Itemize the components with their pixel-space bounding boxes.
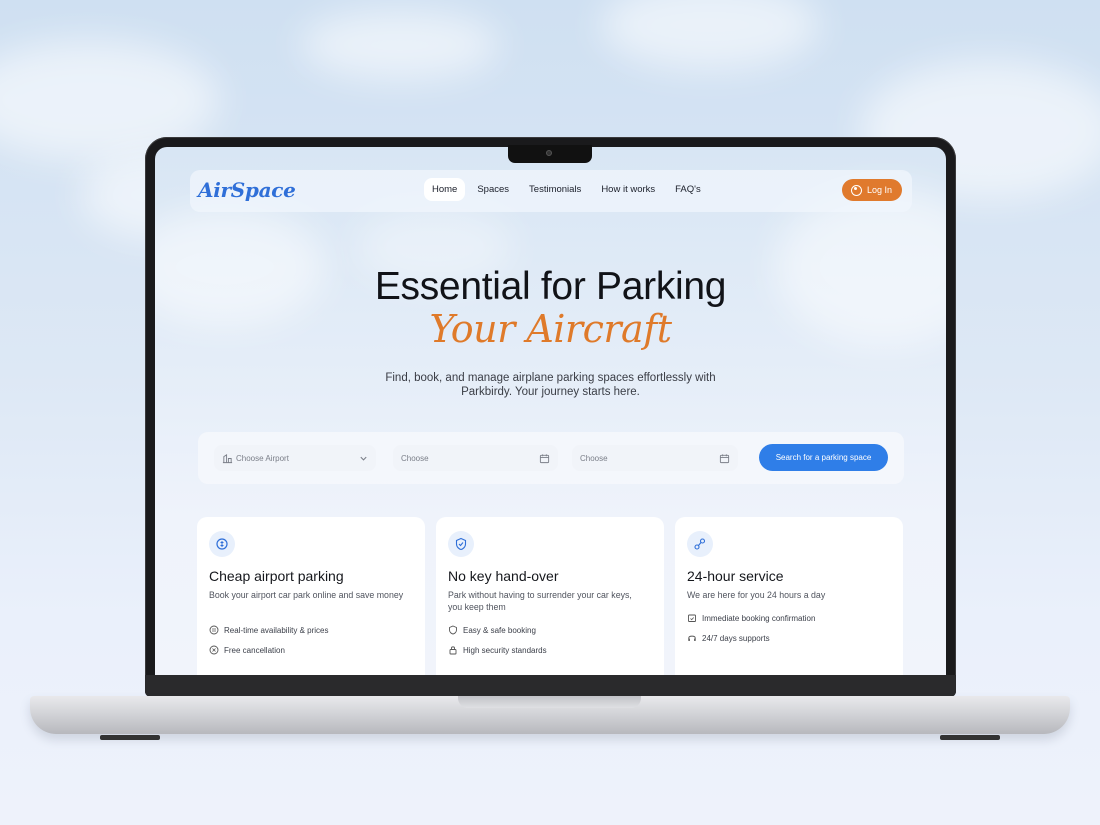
laptop-opening-groove [458,696,641,708]
shield-icon [449,625,457,635]
feature-label: 24/7 days supports [702,633,770,643]
main-menu: Home Spaces Testimonials How it works FA… [424,178,709,201]
feature-card-no-key: No key hand-over Park without having to … [436,517,664,675]
card-title: No key hand-over [448,568,559,584]
feature-label: High security standards [463,645,547,655]
calendar-icon [539,453,550,463]
feature-item: Real-time availability & prices [209,625,328,635]
top-navbar: AirSpace Home Spaces Testimonials How it… [190,170,912,212]
login-label: Log In [866,185,892,195]
search-parking-button[interactable]: Search for a parking space [759,444,888,471]
card-title: 24-hour service [687,568,784,584]
nav-item-testimonials[interactable]: Testimonials [521,178,589,201]
headset-icon [688,635,696,641]
user-icon [850,184,862,196]
airport-placeholder: Choose Airport [236,453,289,463]
laptop-screen: AirSpace Home Spaces Testimonials How it… [155,147,946,675]
airport-select[interactable]: Choose Airport [214,445,376,471]
card-description: Park without having to surrender your ca… [448,590,632,612]
date-from-field[interactable]: Choose [393,445,558,471]
route-icon [687,531,713,557]
airspace-logo[interactable]: AirSpace [198,178,296,202]
calendar-icon [719,453,730,463]
laptop-foot [940,735,1000,740]
hero-description: Find, book, and manage airplane parking … [385,372,716,398]
nav-item-faqs[interactable]: FAQ's [667,178,709,201]
search-bar: Choose Airport Choose Choose Search for … [198,432,904,484]
lock-icon [449,646,457,655]
coin-icon [209,531,235,557]
feature-card-cheap-parking: Cheap airport parking Book your airport … [197,517,425,675]
screen-bezel-bottom [145,675,956,697]
date-from-placeholder: Choose [401,453,429,463]
camera-notch [508,145,592,163]
feature-item: 24/7 days supports [687,633,770,643]
feature-item: Easy & safe booking [448,625,536,635]
cloud-decoration [600,0,820,70]
feature-item: High security standards [448,645,547,655]
nav-item-spaces[interactable]: Spaces [469,178,517,201]
laptop-foot [100,735,160,740]
laptop-lid: AirSpace Home Spaces Testimonials How it… [145,137,956,697]
cancel-circle-icon [209,645,219,655]
nav-item-how-it-works[interactable]: How it works [593,178,663,201]
feature-label: Real-time availability & prices [224,625,329,635]
calendar-check-icon [688,614,696,622]
feature-item: Free cancellation [209,645,285,655]
price-tag-icon [209,625,219,635]
nav-item-home[interactable]: Home [424,178,466,201]
login-button[interactable]: Log In [841,179,902,201]
date-to-placeholder: Choose [580,453,608,463]
feature-item: Immediate booking confirmation [687,613,815,623]
laptop-base [30,696,1070,734]
camera-icon [546,150,552,156]
card-title: Cheap airport parking [209,568,344,584]
feature-card-24h-service: 24-hour service We are here for you 24 h… [675,517,903,675]
hero-subtitle: Your Aircraft [429,307,672,351]
airport-icon [222,453,233,463]
chevron-down-icon [360,456,367,461]
date-to-field[interactable]: Choose [572,445,738,471]
cloud-decoration [300,10,500,80]
feature-label: Free cancellation [224,645,285,655]
card-description: We are here for you 24 hours a day [687,590,826,600]
feature-label: Easy & safe booking [463,625,536,635]
feature-label: Immediate booking confirmation [702,613,816,623]
card-description: Book your airport car park online and sa… [209,590,404,600]
shield-check-icon [448,531,474,557]
hero-title: Essential for Parking [374,265,727,308]
